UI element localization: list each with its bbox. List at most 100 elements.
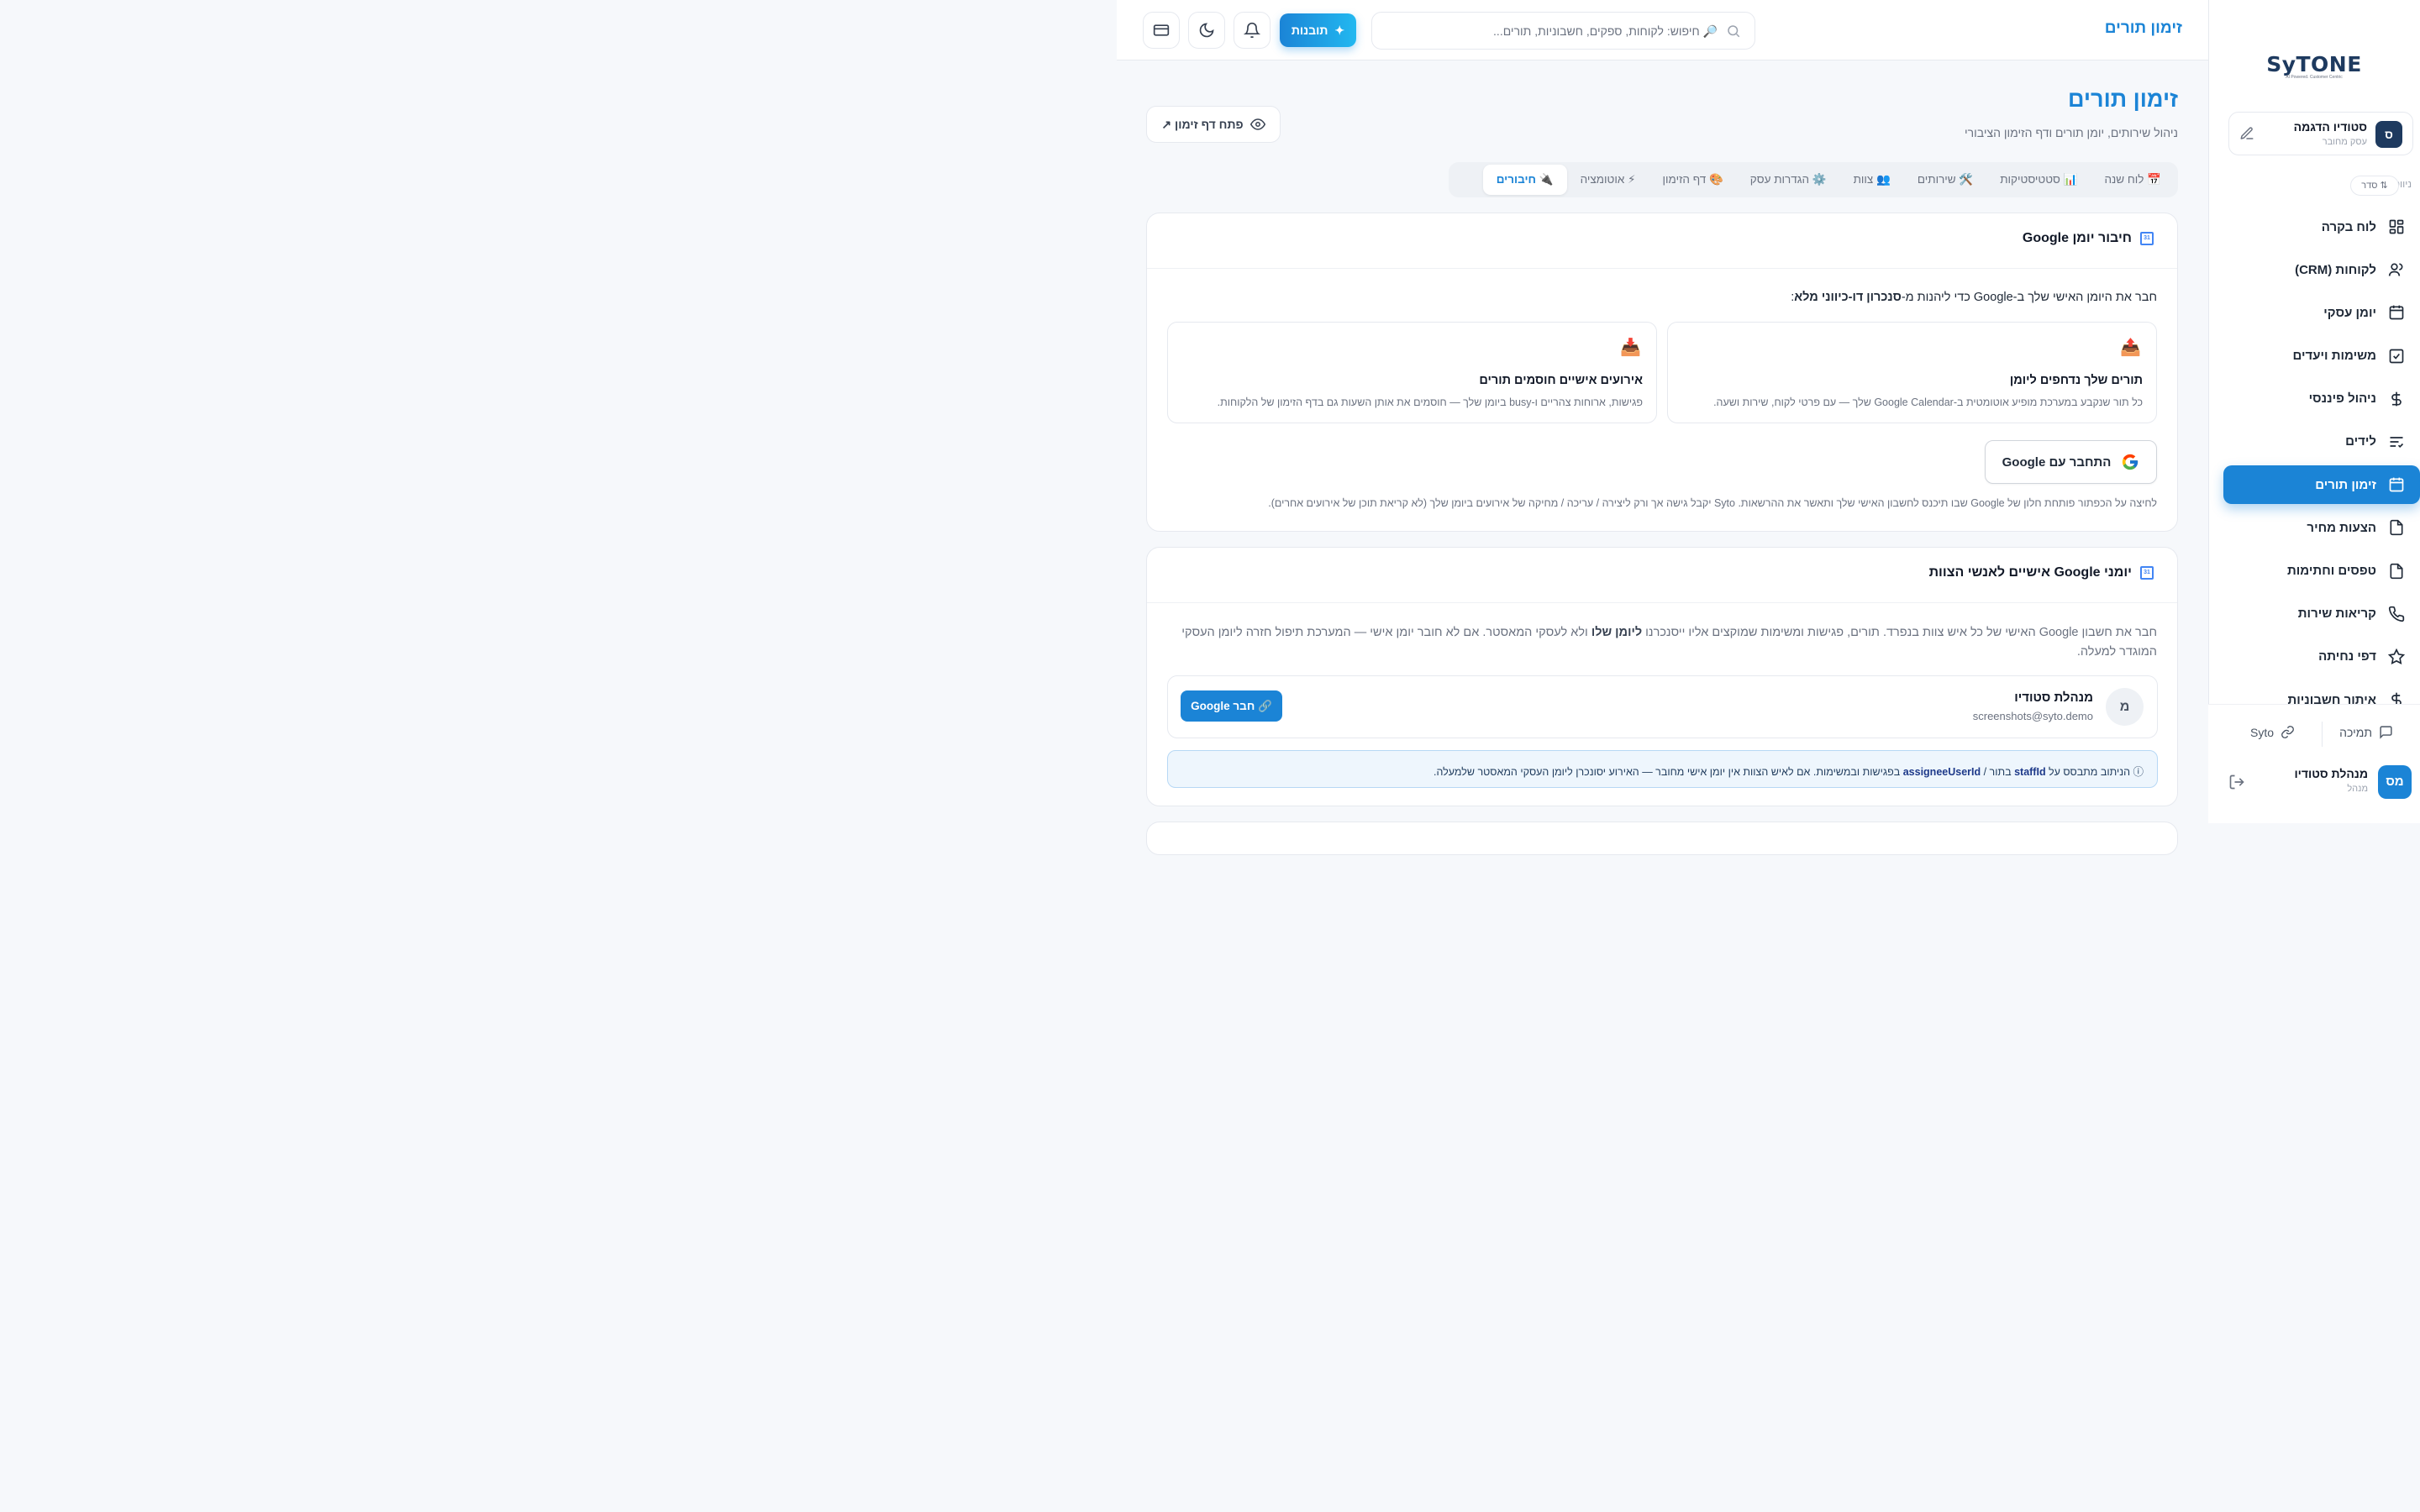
sidebar-item-label: לוח בקרה <box>2321 219 2376 234</box>
tab-automation[interactable]: ⚡ אוטומציה <box>1567 165 1649 195</box>
topbar: זימון תורים ✦ תובנות <box>1117 0 2208 60</box>
sidebar-item-forms[interactable]: טפסים וחתימות <box>2208 552 2420 591</box>
bell-icon <box>1244 22 1260 39</box>
info-prefix: ⓘ הניתוב מתבסס על <box>2045 766 2144 778</box>
sort-label: סדר <box>2361 181 2378 191</box>
intro-text: חבר את היומן האישי שלך ב-Google כדי ליהנ… <box>1791 291 2157 304</box>
info-assigneeuserid: assigneeUserId <box>1902 766 1981 778</box>
business-status: עסק מחובר <box>2322 137 2367 147</box>
notifications-button[interactable] <box>1234 12 1270 49</box>
billing-button[interactable] <box>1143 12 1180 49</box>
sidebar-item-label: טפסים וחתימות <box>2287 564 2376 578</box>
feature-title: תורים שלך נדחפים ליומן <box>2009 374 2143 387</box>
team-desc-prefix: חבר את חשבון Google האישי של כל איש צוות… <box>1642 626 2157 639</box>
connect-google-button[interactable]: התחבר עם Google <box>1985 440 2157 484</box>
avatar: מס <box>2378 765 2412 799</box>
open-booking-page-button[interactable]: פתח דף זימון ↗ <box>1146 106 1281 143</box>
logout-icon[interactable] <box>2228 774 2245 790</box>
calendar-icon <box>2388 304 2405 321</box>
inbox-icon: 📥 <box>1620 339 1641 357</box>
sidebar-item-label: איתור חשבוניות <box>2287 692 2376 705</box>
sidebar-item-quotes[interactable]: הצעות מחיר <box>2208 508 2420 547</box>
divider <box>2322 722 2323 747</box>
sidebar-item-dashboard[interactable]: לוח בקרה <box>2208 207 2420 246</box>
sidebar-item-label: יומן עסקי <box>2323 305 2376 320</box>
chat-icon <box>2379 725 2393 739</box>
feature-desc: כל תור שנקבע במערכת מופיע אוטומטית ב-Goo… <box>1713 396 2143 408</box>
connect-member-google-button[interactable]: 🔗 חבר Google <box>1181 690 1282 722</box>
search-box[interactable] <box>1371 12 1755 50</box>
info-suffix: בפגישות ובמשימות. אם לאיש הצוות אין יומן… <box>1433 766 1903 778</box>
sidebar-item-business-calendar[interactable]: יומן עסקי <box>2208 293 2420 332</box>
support-label: תמיכה <box>2339 725 2372 739</box>
logo[interactable]: SyTONE AI Powered. Customer Centric <box>2208 52 2420 80</box>
business-name: סטודיו הדגמה <box>2293 120 2367 134</box>
sidebar-item-invoice-search[interactable]: איתור חשבוניות <box>2208 680 2420 705</box>
open-booking-page-label: פתח דף זימון ↗ <box>1161 117 1244 131</box>
star-icon <box>2388 648 2405 665</box>
topbar-title: זימון תורים <box>2104 19 2182 37</box>
sidebar-item-service-calls[interactable]: קריאות שירות <box>2208 595 2420 633</box>
tab-integrations[interactable]: 🔌 חיבורים <box>1482 165 1567 195</box>
tab-services[interactable]: 🛠️ שירותים <box>1904 165 1986 195</box>
sidebar-item-landing-pages[interactable]: דפי נחיתה <box>2208 638 2420 676</box>
user-role: מנהל <box>2347 784 2368 794</box>
card-title-text: יומני Google אישיים לאנשי הצוות <box>1928 565 2132 580</box>
syto-link[interactable]: Syto <box>2250 725 2295 739</box>
insights-button[interactable]: ✦ תובנות <box>1280 13 1356 47</box>
tabs: 📅 לוח שנה 📊 סטטיסטיקות 🛠️ שירותים 👥 צוות… <box>1449 162 2178 197</box>
sidebar-item-label: זימון תורים <box>2315 477 2376 492</box>
user-name: מנהלת סטודיו <box>2294 767 2368 780</box>
tab-business-settings[interactable]: ⚙️ הגדרות עסק <box>1737 165 1840 195</box>
page-title: זימון תורים <box>2067 87 2178 112</box>
dollar-icon <box>2388 391 2405 407</box>
edit-icon[interactable] <box>2239 126 2254 141</box>
sidebar-nav: לוח בקרה לקוחות (CRM) יומן עסקי משימות ו… <box>2208 207 2420 705</box>
user-profile[interactable]: מס מנהלת סטודיו מנהל <box>2208 762 2420 804</box>
sidebar-item-appointments[interactable]: זימון תורים <box>2223 465 2420 505</box>
insights-label: תובנות <box>1291 24 1328 37</box>
card-header: חיבור יומן Google <box>1147 213 2177 269</box>
sidebar-footer: תמיכה Syto מס מנהלת סטודיו מנהל <box>2208 704 2420 823</box>
sidebar-item-leads[interactable]: לידים <box>2208 423 2420 461</box>
feature-card-block: 📥 אירועים אישיים חוסמים תורים פגישות, אר… <box>1167 322 1657 423</box>
phone-icon <box>2388 606 2405 622</box>
page-subtitle: ניהול שירותים, יומן תורים ודף הזימון הצי… <box>1965 126 2178 139</box>
tab-calendar[interactable]: 📅 לוח שנה <box>2091 165 2175 195</box>
google-calendar-card: חיבור יומן Google חבר את היומן האישי שלך… <box>1146 213 2178 532</box>
info-staffid: staffId <box>2014 766 2046 778</box>
users-icon <box>2388 261 2405 278</box>
info-text: ⓘ הניתוב מתבסס על staffId בתור / assigne… <box>1434 763 2144 779</box>
search-icon <box>1726 24 1741 39</box>
sidebar-item-crm[interactable]: לקוחות (CRM) <box>2208 250 2420 289</box>
sidebar-item-label: דפי נחיתה <box>2318 649 2376 664</box>
support-link[interactable]: תמיכה <box>2339 725 2393 739</box>
sidebar-item-tasks[interactable]: משימות ויעדים <box>2208 337 2420 375</box>
theme-toggle-button[interactable] <box>1188 12 1225 49</box>
avatar: מ <box>2106 688 2144 726</box>
list-icon <box>2388 433 2405 450</box>
check-square-icon <box>2388 348 2405 365</box>
sidebar-item-finance[interactable]: ניהול פיננסי <box>2208 380 2420 418</box>
sidebar-item-label: לידים <box>2345 434 2376 449</box>
search-input[interactable] <box>1398 21 1718 41</box>
info-banner: ⓘ הניתוב מתבסס על staffId בתור / assigne… <box>1167 750 2158 788</box>
member-name: מנהלת סטודיו <box>2014 690 2093 705</box>
tab-team[interactable]: 👥 צוות <box>1840 165 1904 195</box>
sidebar: SyTONE AI Powered. Customer Centric ס סט… <box>2208 0 2420 823</box>
business-avatar: ס <box>2375 121 2402 148</box>
sidebar-item-label: קריאות שירות <box>2297 606 2376 622</box>
sidebar-item-label: לקוחות (CRM) <box>2295 262 2376 277</box>
google-calendar-icon <box>2140 566 2154 580</box>
sort-button[interactable]: ⇅ סדר <box>2350 176 2399 196</box>
team-member-row: מ מנהלת סטודיו screenshots@syto.demo 🔗 ח… <box>1167 675 2158 738</box>
business-switcher[interactable]: ס סטודיו הדגמה עסק מחובר <box>2228 112 2413 155</box>
tab-statistics[interactable]: 📊 סטטיסטיקות <box>1986 165 2091 195</box>
next-card <box>1146 822 2178 855</box>
logo-wordmark: SyTONE <box>2266 52 2362 76</box>
logo-tagline: AI Powered. Customer Centric <box>2286 75 2343 80</box>
feature-desc: פגישות, ארוחות צהריים ו-busy ביומן שלך —… <box>1217 396 1643 408</box>
tab-booking-page[interactable]: 🎨 דף הזימון <box>1649 165 1737 195</box>
file-icon <box>2388 519 2405 536</box>
permissions-note: לחיצה על הכפתור פותחת חלון של Google שבו… <box>1268 497 2157 509</box>
